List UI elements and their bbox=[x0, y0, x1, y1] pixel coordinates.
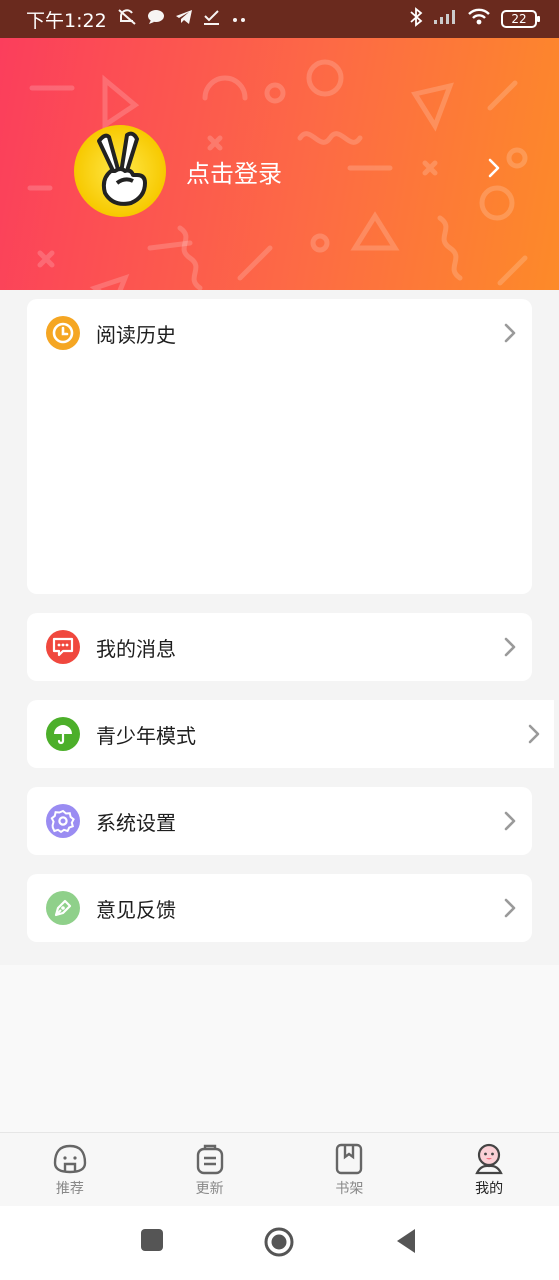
mute-icon bbox=[117, 8, 137, 30]
more-dots-icon bbox=[231, 10, 247, 29]
chevron-right-icon[interactable] bbox=[484, 157, 504, 179]
menu-label-history: 阅读历史 bbox=[96, 322, 176, 347]
menu-label-settings: 系统设置 bbox=[96, 810, 176, 835]
bluetooth-icon bbox=[409, 6, 423, 32]
tab-label-update: 更新 bbox=[195, 1181, 224, 1197]
bag-icon bbox=[196, 1144, 223, 1175]
tab-mine[interactable]: 我的 bbox=[419, 1133, 559, 1206]
menu-label-messages: 我的消息 bbox=[96, 636, 176, 661]
chevron-right-icon bbox=[504, 811, 516, 831]
menu-item-messages[interactable]: 我的消息 bbox=[27, 613, 532, 681]
telegram-icon bbox=[175, 9, 193, 29]
signal-icon bbox=[433, 8, 457, 30]
menu-label-feedback: 意见反馈 bbox=[96, 897, 176, 922]
chevron-right-icon bbox=[504, 898, 516, 918]
battery-level: 22 bbox=[511, 12, 527, 26]
menu-label-teen-mode: 青少年模式 bbox=[96, 723, 196, 748]
rice-ball-icon bbox=[53, 1144, 87, 1174]
reading-history-card: 阅读历史 bbox=[27, 299, 532, 594]
menu-item-history[interactable]: 阅读历史 bbox=[27, 299, 532, 367]
battery-indicator: 22 bbox=[501, 10, 540, 28]
tab-update[interactable]: 更新 bbox=[140, 1133, 280, 1206]
wifi-icon bbox=[467, 8, 491, 31]
login-link[interactable]: 点击登录 bbox=[186, 154, 282, 189]
pen-icon bbox=[46, 891, 80, 925]
chevron-right-icon[interactable] bbox=[502, 321, 518, 345]
gear-icon bbox=[46, 804, 80, 838]
tab-bookshelf[interactable]: 书架 bbox=[280, 1133, 420, 1206]
triangle-back-icon[interactable] bbox=[395, 1228, 417, 1254]
download-check-icon bbox=[203, 9, 221, 29]
status-bar: 下午1:22 22 bbox=[0, 0, 559, 38]
message-icon bbox=[46, 630, 80, 664]
chevron-right-icon bbox=[504, 637, 516, 657]
circle-home-icon[interactable] bbox=[263, 1226, 295, 1258]
umbrella-icon bbox=[46, 717, 80, 751]
tab-label-mine: 我的 bbox=[475, 1181, 504, 1197]
tab-label-bookshelf: 书架 bbox=[335, 1181, 364, 1197]
profile-face-icon bbox=[475, 1143, 503, 1175]
chat-bubble-icon bbox=[147, 9, 165, 29]
victory-hand-icon bbox=[97, 131, 147, 206]
clock-icon bbox=[46, 316, 80, 350]
profile-header: 点击登录 bbox=[0, 38, 559, 320]
status-time: 下午1:22 bbox=[26, 9, 107, 32]
menu-item-feedback[interactable]: 意见反馈 bbox=[27, 874, 532, 942]
tab-label-recommend: 推荐 bbox=[55, 1181, 84, 1197]
chevron-right-icon bbox=[528, 724, 540, 744]
menu-item-teen-mode[interactable]: 青少年模式 bbox=[27, 700, 554, 768]
book-icon bbox=[336, 1143, 363, 1175]
tab-recommend[interactable]: 推荐 bbox=[0, 1133, 140, 1206]
avatar[interactable] bbox=[74, 125, 166, 217]
system-nav-bar bbox=[0, 1206, 559, 1280]
bottom-tab-bar: 推荐 更新 书架 我的 bbox=[0, 1132, 559, 1206]
menu-item-settings[interactable]: 系统设置 bbox=[27, 787, 532, 855]
square-recent-icon[interactable] bbox=[140, 1228, 164, 1252]
